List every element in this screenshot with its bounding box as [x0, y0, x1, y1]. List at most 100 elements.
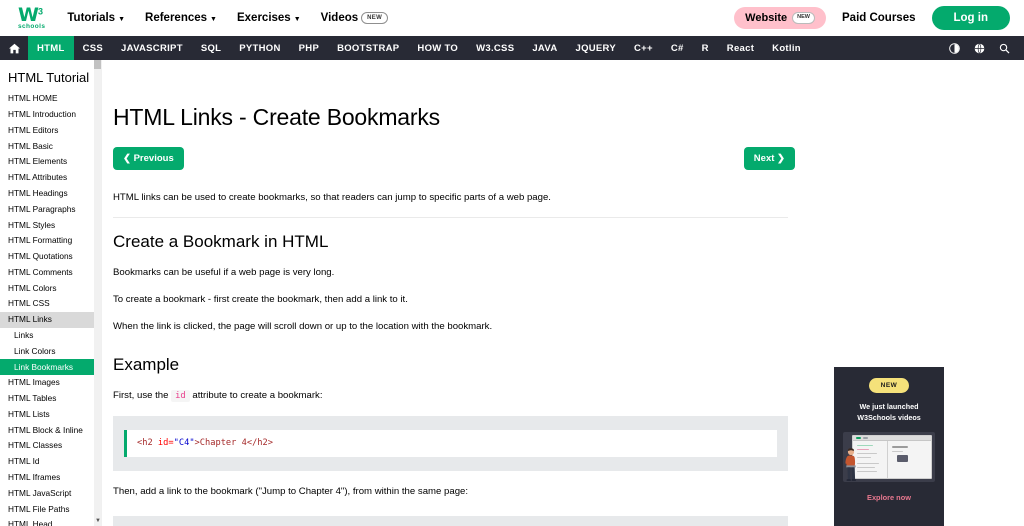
w3schools-page: W3 schools Tutorials ▼ References ▼ Exer… — [0, 0, 1024, 526]
sidebar-item-html-block-inline[interactable]: HTML Block & Inline — [0, 422, 101, 438]
main-nav-item-cpp[interactable]: C++ — [625, 36, 662, 60]
main-nav-item-how-to[interactable]: HOW TO — [408, 36, 467, 60]
sidebar-item-html-head[interactable]: HTML Head — [0, 517, 101, 526]
example-heading-1: Example — [113, 354, 180, 374]
body-paragraph-3: When the link is clicked, the page will … — [113, 321, 493, 333]
sidebar-item-html-classes[interactable]: HTML Classes — [0, 438, 101, 454]
logo-superscript: 3 — [37, 6, 43, 17]
sidebar-item-html-formatting[interactable]: HTML Formatting — [0, 233, 101, 249]
paid-courses-link[interactable]: Paid Courses — [842, 12, 916, 24]
sidebar-item-html-headings[interactable]: HTML Headings — [0, 186, 101, 202]
main-nav-item-javascript[interactable]: JAVASCRIPT — [112, 36, 192, 60]
top-nav-item-exercises[interactable]: Exercises ▼ — [237, 12, 301, 24]
sidebar-item-html-home[interactable]: HTML HOME — [0, 91, 101, 107]
new-badge: NEW — [792, 12, 815, 24]
code-token-tag: <h2 — [137, 437, 158, 448]
ad-new-badge: NEW — [868, 378, 910, 393]
sidebar-title: HTML Tutorial — [8, 70, 90, 85]
sidebar-item-link-colors[interactable]: Link Colors — [0, 344, 101, 360]
ad-headline: We just launched W3Schools videos — [857, 402, 921, 424]
sidebar-item-html-editors[interactable]: HTML Editors — [0, 123, 101, 139]
ad-illustration — [843, 431, 935, 482]
right-column: NEW We just launched W3Schools videos Ex… — [828, 60, 1024, 526]
main-nav-item-w3css[interactable]: W3.CSS — [467, 36, 523, 60]
website-button[interactable]: Website NEW — [734, 7, 826, 29]
w3schools-logo[interactable]: W3 schools — [18, 3, 45, 31]
sidebar-item-html-paragraphs[interactable]: HTML Paragraphs — [0, 201, 101, 217]
previous-button[interactable]: ❮ Previous — [113, 147, 184, 170]
code-block-1[interactable]: <h2 id="C4">Chapter 4</h2> — [124, 429, 777, 457]
search-icon[interactable] — [999, 43, 1010, 54]
top-nav-item-videos[interactable]: Videos NEW — [320, 12, 389, 24]
new-badge: NEW — [361, 12, 389, 24]
main-nav-item-python[interactable]: PYTHON — [230, 36, 289, 60]
sidebar-item-html-links[interactable]: HTML Links — [0, 311, 101, 328]
promo-ad[interactable]: NEW We just launched W3Schools videos Ex… — [834, 367, 944, 526]
top-nav-label: References — [145, 12, 208, 24]
sidebar-item-html-javascript[interactable]: HTML JavaScript — [0, 486, 101, 502]
between-paragraph: Then, add a link to the bookmark ("Jump … — [113, 485, 469, 497]
main-nav-item-kotlin[interactable]: Kotlin — [763, 36, 810, 60]
main-nav-item-r[interactable]: R — [693, 36, 718, 60]
next-button[interactable]: Next ❯ — [743, 147, 795, 170]
sidebar-item-html-quotations[interactable]: HTML Quotations — [0, 249, 101, 265]
top-nav-label: Exercises — [236, 12, 291, 24]
translate-icon[interactable] — [974, 42, 985, 54]
login-button[interactable]: Log in — [931, 6, 1010, 30]
section-heading: Create a Bookmark in HTML — [113, 232, 329, 252]
main-nav-item-jquery[interactable]: JQUERY — [566, 36, 625, 60]
sidebar-item-html-tables[interactable]: HTML Tables — [0, 391, 101, 407]
main-nav-item-css[interactable]: CSS — [74, 36, 112, 60]
sidebar-item-html-comments[interactable]: HTML Comments — [0, 265, 101, 281]
main-nav-item-csharp[interactable]: C# — [662, 36, 693, 60]
sidebar-scrollbar[interactable]: ▼ — [94, 60, 101, 526]
browser-bar — [853, 435, 931, 441]
main-nav-item-html[interactable]: HTML — [28, 36, 74, 60]
sidebar-item-html-styles[interactable]: HTML Styles — [0, 217, 101, 233]
ad-headline-line2: W3Schools videos — [857, 412, 921, 422]
page-title: HTML Links - Create Bookmarks — [113, 104, 440, 130]
scrollbar-thumb[interactable] — [94, 60, 101, 69]
main-nav-bar: HTML CSS JAVASCRIPT SQL PYTHON PHP BOOTS… — [0, 36, 1024, 60]
sidebar-item-html-lists[interactable]: HTML Lists — [0, 407, 101, 423]
sidebar-item-html-colors[interactable]: HTML Colors — [0, 280, 101, 296]
ad-headline-line1: We just launched — [859, 402, 919, 411]
chevron-down-icon: ▼ — [118, 15, 126, 23]
sidebar-item-links[interactable]: Links — [0, 328, 101, 344]
sidebar-item-html-attributes[interactable]: HTML Attributes — [0, 170, 101, 186]
browser-mockup-icon — [852, 434, 932, 479]
body-paragraph-2: To create a bookmark - first create the … — [113, 294, 408, 306]
sidebar-item-html-basic[interactable]: HTML Basic — [0, 138, 101, 154]
sidebar-item-html-images[interactable]: HTML Images — [0, 375, 101, 391]
person-illustration-icon — [845, 447, 856, 481]
body-paragraph-1: Bookmarks can be useful if a web page is… — [113, 267, 335, 279]
home-icon[interactable] — [0, 36, 28, 60]
main-nav-item-php[interactable]: PHP — [290, 36, 328, 60]
website-label: Website — [745, 12, 788, 24]
chevron-down-icon: ▼ — [210, 15, 217, 23]
sidebar-item-html-iframes[interactable]: HTML Iframes — [0, 470, 101, 486]
sidebar-item-link-bookmarks[interactable]: Link Bookmarks — [0, 359, 101, 376]
sidebar-item-html-elements[interactable]: HTML Elements — [0, 154, 101, 170]
main-nav-item-react[interactable]: React — [718, 36, 763, 60]
code-token-value: "C4" — [173, 437, 195, 448]
top-nav-label: Videos — [320, 12, 359, 24]
explore-now-link[interactable]: Explore now — [867, 493, 911, 502]
sidebar-item-html-id[interactable]: HTML Id — [0, 454, 101, 470]
example-box-1: <h2 id="C4">Chapter 4</h2> — [113, 415, 788, 471]
intro-paragraph: HTML links can be used to create bookmar… — [113, 192, 551, 203]
main-nav-item-sql[interactable]: SQL — [192, 36, 230, 60]
sidebar-item-html-file-paths[interactable]: HTML File Paths — [0, 501, 101, 517]
main-nav-item-bootstrap[interactable]: BOOTSTRAP — [328, 36, 408, 60]
top-nav-item-references[interactable]: References ▼ — [145, 12, 217, 24]
logo-w-text: W — [18, 3, 39, 26]
main-content: HTML Links - Create Bookmarks ❮ Previous… — [101, 60, 828, 526]
main-nav-item-java[interactable]: JAVA — [523, 36, 566, 60]
sidebar-item-html-introduction[interactable]: HTML Introduction — [0, 107, 101, 123]
browser-split-divider — [887, 440, 889, 478]
top-nav-item-tutorials[interactable]: Tutorials ▼ — [67, 12, 125, 24]
dark-mode-icon[interactable] — [949, 42, 960, 54]
example-box-2: Example <a href="#C4">Jump to Chapter 4<… — [113, 515, 788, 526]
top-header-right: Website NEW Paid Courses Log in — [734, 6, 1010, 30]
sidebar-item-html-css[interactable]: HTML CSS — [0, 296, 101, 312]
